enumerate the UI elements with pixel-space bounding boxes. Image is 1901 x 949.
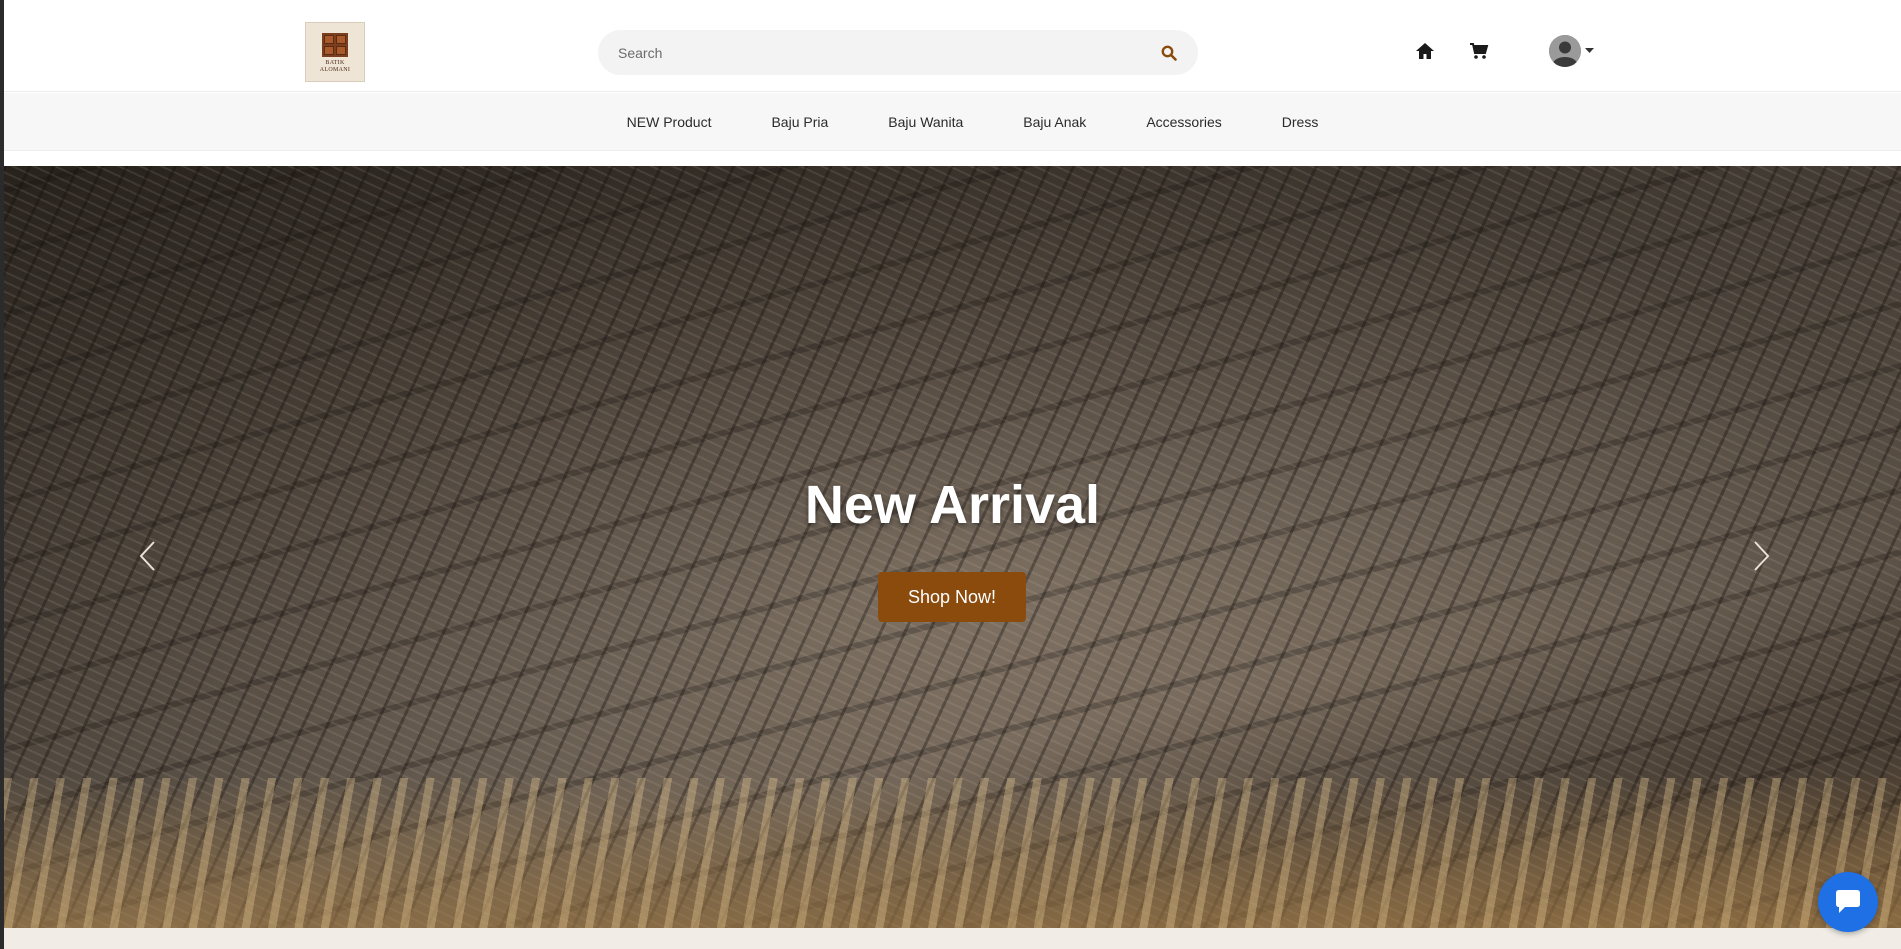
page: BATIK ALOMANI Search NEW Product Baju Pr… xyxy=(4,0,1901,949)
page-section-strip xyxy=(4,928,1901,949)
shop-now-button[interactable]: Shop Now! xyxy=(878,572,1026,622)
nav-item-accessories[interactable]: Accessories xyxy=(1116,114,1251,130)
home-button[interactable] xyxy=(1412,38,1438,64)
hero-title: New Arrival xyxy=(804,475,1101,535)
search-button[interactable] xyxy=(1158,42,1180,64)
chat-button[interactable] xyxy=(1818,872,1878,932)
nav-list: NEW Product Baju Pria Baju Wanita Baju A… xyxy=(597,114,1349,130)
logo-mark-icon xyxy=(322,33,348,57)
nav-item-dress[interactable]: Dress xyxy=(1252,114,1349,130)
logo-text-line2: ALOMANI xyxy=(319,67,351,73)
hero-carousel: New Arrival Shop Now! xyxy=(4,166,1901,928)
cart-icon xyxy=(1470,43,1489,59)
account-menu[interactable] xyxy=(1549,34,1594,68)
logo-text-line1: BATIK xyxy=(325,60,345,66)
nav-item-baju-anak[interactable]: Baju Anak xyxy=(993,114,1116,130)
nav-item-baju-wanita[interactable]: Baju Wanita xyxy=(858,114,993,130)
home-icon xyxy=(1416,43,1434,59)
logo-text: BATIK ALOMANI xyxy=(320,60,350,74)
site-logo[interactable]: BATIK ALOMANI xyxy=(305,22,365,82)
cart-button[interactable] xyxy=(1466,38,1492,64)
chat-icon xyxy=(1836,890,1860,913)
nav-item-new-product[interactable]: NEW Product xyxy=(597,114,742,130)
carousel-prev-button[interactable] xyxy=(132,532,162,580)
category-nav: NEW Product Baju Pria Baju Wanita Baju A… xyxy=(4,93,1901,151)
caret-down-icon xyxy=(1585,48,1594,53)
site-header: BATIK ALOMANI xyxy=(4,0,1901,92)
search-bar xyxy=(598,30,1198,75)
search-input[interactable] xyxy=(618,44,1138,61)
chevron-left-icon xyxy=(139,541,155,571)
nav-item-baju-pria[interactable]: Baju Pria xyxy=(741,114,858,130)
search-icon xyxy=(1161,45,1177,61)
chevron-right-icon xyxy=(1754,541,1770,571)
user-avatar-icon xyxy=(1549,35,1581,67)
carousel-next-button[interactable] xyxy=(1747,532,1777,580)
